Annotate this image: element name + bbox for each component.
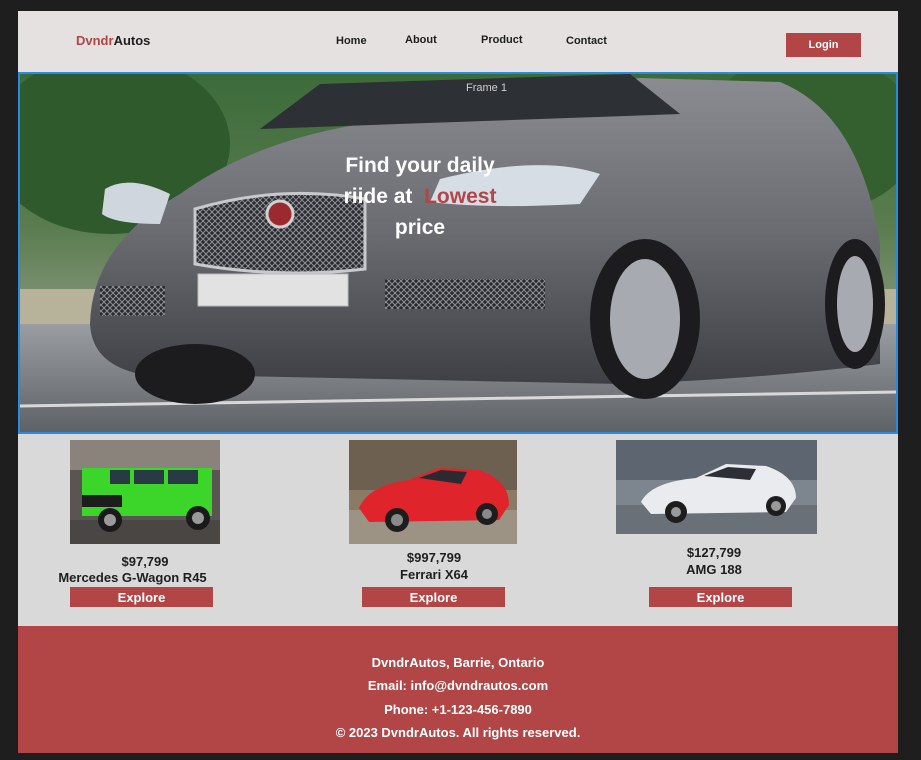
frame-label: Frame 1	[466, 82, 507, 94]
product-name: Mercedes G-Wagon R45	[58, 570, 207, 585]
product-name: AMG 188	[686, 562, 742, 577]
product-price: $997,799	[406, 550, 462, 565]
explore-button[interactable]: Explore	[649, 587, 792, 607]
site-footer: DvndrAutos, Barrie, Ontario Email: info@…	[18, 626, 898, 753]
product-price: $127,799	[686, 545, 742, 560]
hero-car-image	[20, 74, 896, 432]
nav-contact[interactable]: Contact	[566, 35, 607, 47]
product-price: $97,799	[121, 554, 169, 569]
logo[interactable]: DvndrAutos	[76, 33, 150, 48]
site-header: DvndrAutos Home About Product Contact Lo…	[18, 11, 898, 72]
product-image-gwagon[interactable]	[70, 440, 220, 544]
footer-address: DvndrAutos, Barrie, Ontario	[371, 655, 545, 670]
explore-button[interactable]: Explore	[362, 587, 505, 607]
hero-headline-highlight: Lowest	[424, 185, 497, 208]
nav-about[interactable]: About	[405, 34, 437, 46]
login-button[interactable]: Login	[786, 33, 861, 57]
page: DvndrAutos Home About Product Contact Lo…	[18, 11, 898, 753]
nav-home[interactable]: Home	[336, 35, 367, 47]
nav-product[interactable]: Product	[481, 34, 523, 46]
hero-headline-line3: price	[394, 216, 446, 239]
footer-copyright: © 2023 DvndrAutos. All rights reserved.	[335, 725, 581, 740]
hero-headline-line1: Find your daily	[345, 154, 495, 177]
footer-email[interactable]: Email: info@dvndrautos.com	[18, 678, 898, 693]
hero-headline: Find your daily riide at Lowest price	[320, 150, 520, 243]
logo-part-dvndr: Dvndr	[76, 33, 114, 48]
hero-headline-riide: riide at	[343, 185, 413, 208]
product-image-ferrari[interactable]	[349, 440, 517, 544]
logo-part-autos: Autos	[113, 33, 151, 48]
product-image-amg[interactable]	[616, 440, 817, 534]
footer-phone[interactable]: Phone: +1-123-456-7890	[18, 702, 898, 717]
hero-headline-line2: riide at Lowest	[320, 181, 520, 212]
hero-frame: Frame 1 Find your daily riide at Lowest …	[18, 72, 898, 434]
product-name: Ferrari X64	[400, 567, 468, 582]
explore-button[interactable]: Explore	[70, 587, 213, 607]
